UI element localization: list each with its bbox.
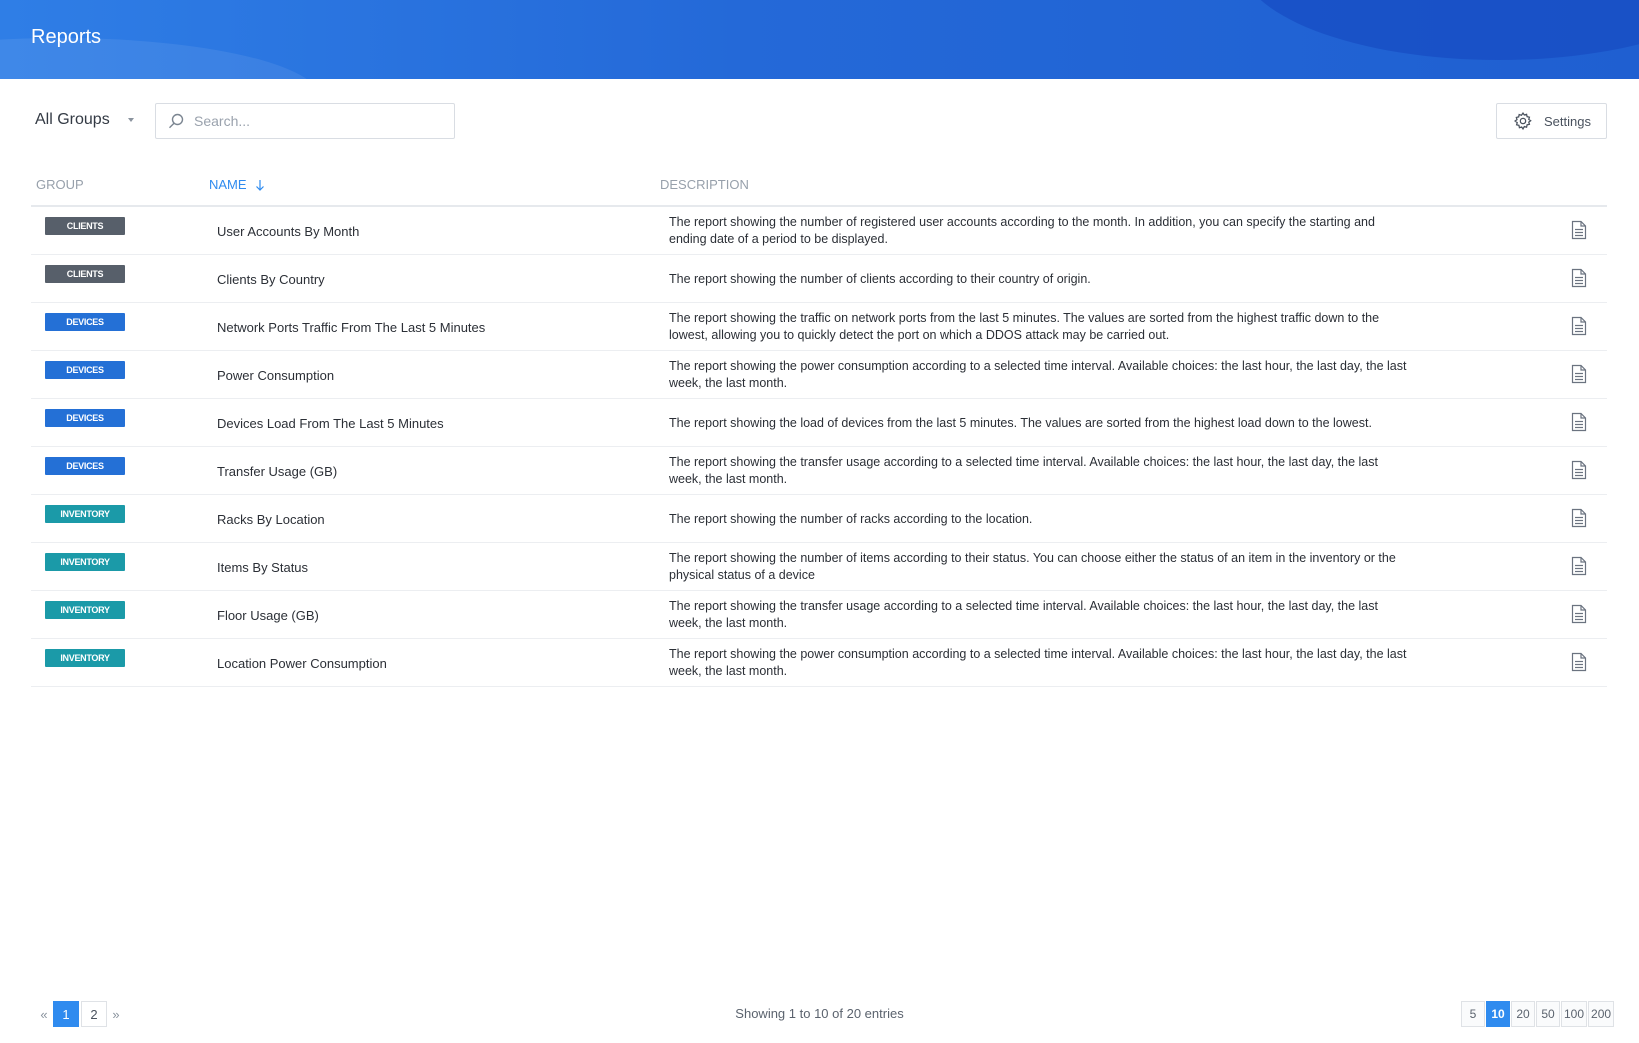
- report-name-link[interactable]: Power Consumption: [217, 351, 334, 399]
- page-title: Reports: [31, 26, 102, 48]
- column-header-group[interactable]: GROUP: [36, 177, 84, 192]
- document-icon[interactable]: [1571, 556, 1587, 576]
- search-input[interactable]: [194, 113, 444, 129]
- page-size-option[interactable]: 100: [1561, 1001, 1588, 1027]
- group-badge: INVENTORY: [45, 649, 125, 667]
- report-description: The report showing the number of racks a…: [669, 511, 1033, 526]
- pagination: « 12 »: [36, 1000, 124, 1028]
- document-icon[interactable]: [1571, 652, 1587, 672]
- document-icon[interactable]: [1571, 316, 1587, 336]
- table-row[interactable]: CLIENTS User Accounts By Month The report …: [31, 207, 1607, 255]
- table-row[interactable]: INVENTORY Floor Usage (GB) The report show…: [31, 591, 1607, 639]
- page-button[interactable]: 1: [53, 1001, 79, 1027]
- report-description: The report showing the power consumption…: [669, 359, 1407, 390]
- table-row[interactable]: INVENTORY Items By Status The report showi…: [31, 543, 1607, 591]
- gear-icon: [1514, 112, 1532, 131]
- report-description: The report showing the number of registe…: [669, 215, 1375, 246]
- report-name-link[interactable]: Floor Usage (GB): [217, 591, 319, 639]
- table-row[interactable]: DEVICES Network Ports Traffic From The La…: [31, 303, 1607, 351]
- document-icon[interactable]: [1571, 460, 1587, 480]
- document-icon[interactable]: [1571, 604, 1587, 624]
- group-badge: DEVICES: [45, 457, 125, 475]
- page-size-option[interactable]: 5: [1461, 1001, 1485, 1027]
- document-icon[interactable]: [1571, 412, 1587, 432]
- page-size-selector: 5 10 20 50 100 200: [1460, 1001, 1615, 1027]
- page-header: Reports: [0, 0, 1639, 79]
- group-badge: INVENTORY: [45, 505, 125, 523]
- group-filter-dropdown[interactable]: All Groups: [35, 108, 134, 132]
- group-badge: INVENTORY: [45, 553, 125, 571]
- report-name-link[interactable]: Devices Load From The Last 5 Minutes: [217, 399, 444, 447]
- group-badge: CLIENTS: [45, 265, 125, 283]
- table-row[interactable]: DEVICES Power Consumption The report showi…: [31, 351, 1607, 399]
- table-header: GROUP NAME DESCRIPTION: [31, 165, 1607, 207]
- double-chevron-left-icon[interactable]: «: [36, 1000, 52, 1028]
- report-description: The report showing the power consumption…: [669, 647, 1407, 678]
- entries-summary: Showing 1 to 10 of 20 entries: [0, 1006, 1639, 1021]
- group-badge: CLIENTS: [45, 217, 125, 235]
- table-row[interactable]: INVENTORY Racks By Location The report sho…: [31, 495, 1607, 543]
- report-name-link[interactable]: Racks By Location: [217, 495, 325, 543]
- column-header-description[interactable]: DESCRIPTION: [660, 177, 749, 192]
- page-list: 12: [52, 1001, 108, 1027]
- page-button[interactable]: 2: [81, 1001, 107, 1027]
- table-footer: « 12 » Showing 1 to 10 of 20 entries 5 10…: [0, 1000, 1639, 1030]
- document-icon[interactable]: [1571, 268, 1587, 288]
- report-description: The report showing the number of items a…: [669, 551, 1396, 582]
- settings-label: Settings: [1544, 113, 1591, 129]
- report-name-link[interactable]: Location Power Consumption: [217, 639, 387, 687]
- report-name-link[interactable]: User Accounts By Month: [217, 207, 359, 255]
- report-description: The report showing the transfer usage ac…: [669, 599, 1378, 630]
- report-description: The report showing the load of devices f…: [669, 415, 1372, 430]
- arrow-down-icon: [255, 179, 264, 191]
- caret-down-icon: [127, 118, 134, 122]
- search-icon: [169, 113, 184, 129]
- table-row[interactable]: DEVICES Transfer Usage (GB) The report sho…: [31, 447, 1607, 495]
- page-size-option[interactable]: 20: [1511, 1001, 1535, 1027]
- report-name-link[interactable]: Items By Status: [217, 543, 308, 591]
- document-icon[interactable]: [1571, 508, 1587, 528]
- report-description: The report showing the transfer usage ac…: [669, 455, 1378, 486]
- column-header-name-label: NAME: [209, 177, 247, 192]
- table-row[interactable]: DEVICES Devices Load From The Last 5 Minu…: [31, 399, 1607, 447]
- group-badge: DEVICES: [45, 409, 125, 427]
- page-size-option[interactable]: 50: [1536, 1001, 1560, 1027]
- table-body: CLIENTS User Accounts By Month The report …: [31, 207, 1607, 687]
- group-badge: INVENTORY: [45, 601, 125, 619]
- document-icon[interactable]: [1571, 220, 1587, 240]
- report-name-link[interactable]: Transfer Usage (GB): [217, 447, 337, 495]
- column-header-name[interactable]: NAME: [209, 177, 265, 192]
- reports-table: GROUP NAME DESCRIPTION CLIENTS User Accou…: [31, 165, 1607, 687]
- toolbar: All Groups Settings: [0, 100, 1639, 140]
- table-row[interactable]: CLIENTS Clients By Country The report show…: [31, 255, 1607, 303]
- document-icon[interactable]: [1571, 364, 1587, 384]
- search-box[interactable]: [155, 103, 455, 139]
- settings-button[interactable]: Settings: [1496, 103, 1607, 139]
- group-filter-value: All Groups: [35, 111, 110, 128]
- page-size-option[interactable]: 200: [1588, 1001, 1615, 1027]
- page-size-option[interactable]: 10: [1486, 1001, 1510, 1027]
- header-wave-decoration: [1239, 0, 1639, 60]
- double-chevron-right-icon[interactable]: »: [108, 1000, 124, 1028]
- report-name-link[interactable]: Network Ports Traffic From The Last 5 Mi…: [217, 303, 485, 351]
- group-badge: DEVICES: [45, 313, 125, 331]
- group-badge: DEVICES: [45, 361, 125, 379]
- report-name-link[interactable]: Clients By Country: [217, 255, 325, 303]
- entries-text: Showing 1 to 10 of 20 entries: [735, 1006, 904, 1021]
- report-description: The report showing the traffic on networ…: [669, 311, 1380, 342]
- table-row[interactable]: INVENTORY Location Power Consumption The r…: [31, 639, 1607, 687]
- report-description: The report showing the number of clients…: [669, 271, 1091, 286]
